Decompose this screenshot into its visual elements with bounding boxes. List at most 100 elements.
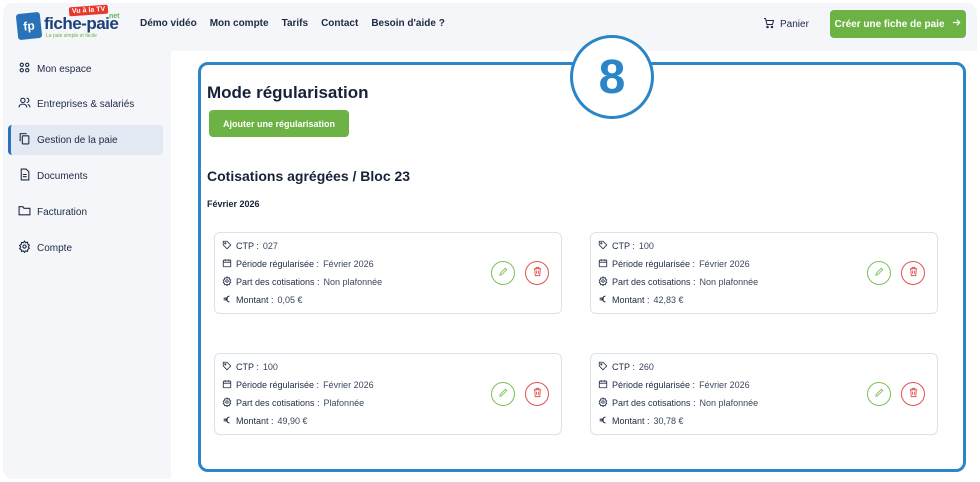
sidebar-item-gestion-paie[interactable]: Gestion de la paie — [8, 125, 163, 155]
edit-button[interactable] — [867, 261, 891, 285]
delete-button[interactable] — [901, 261, 925, 285]
delete-button[interactable] — [901, 382, 925, 406]
ctp-value: 260 — [638, 362, 654, 372]
edit-button[interactable] — [491, 261, 515, 285]
step-badge: 8 — [570, 35, 654, 119]
montant-value: 49,90 € — [277, 416, 308, 426]
sidebar-item-entreprises[interactable]: Entreprises & salariés — [8, 89, 163, 119]
app-frame: fp fiche-paie Vu à la TV .net La paie si… — [3, 3, 977, 479]
periode-label: Période régularisée : — [236, 259, 320, 269]
ctp-row: CTP : 027 — [222, 240, 278, 252]
montant-value: 30,78 € — [653, 416, 684, 426]
edit-button[interactable] — [867, 382, 891, 406]
euro-icon — [598, 415, 608, 427]
delete-button[interactable] — [525, 261, 549, 285]
ctp-value: 100 — [638, 241, 654, 251]
grid-icon — [18, 61, 31, 77]
part-row: Part des cotisations : Non plafonnée — [598, 276, 758, 288]
montant-value: 0,05 € — [277, 295, 303, 305]
nav-mon-compte[interactable]: Mon compte — [210, 18, 269, 29]
euro-icon — [222, 294, 232, 306]
trash-icon — [532, 264, 543, 282]
ctp-label: CTP : — [236, 362, 259, 372]
periode-value: Février 2026 — [699, 380, 750, 390]
part-label: Part des cotisations : — [236, 277, 320, 287]
logo-tagline: La paie simple et facile — [46, 33, 97, 39]
top-header: fp fiche-paie Vu à la TV .net La paie si… — [3, 3, 977, 47]
calendar-icon — [598, 258, 608, 270]
gear-icon — [18, 240, 31, 256]
cart-label: Panier — [780, 19, 809, 30]
month-label: Février 2026 — [207, 199, 260, 209]
section-title: Cotisations agrégées / Bloc 23 — [207, 168, 411, 184]
trash-icon — [908, 385, 919, 403]
ctp-row: CTP : 100 — [222, 361, 278, 373]
ctp-row: CTP : 100 — [598, 240, 654, 252]
add-regularisation-button[interactable]: Ajouter une régularisation — [209, 110, 349, 137]
part-label: Part des cotisations : — [612, 277, 696, 287]
ctp-row: CTP : 260 — [598, 361, 654, 373]
main-content: 8 Mode régularisation Ajouter une régula… — [171, 35, 977, 479]
nav-tarifs[interactable]: Tarifs — [282, 18, 309, 29]
periode-row: Période régularisée : Février 2026 — [598, 258, 750, 270]
montant-label: Montant : — [612, 295, 650, 305]
nav-contact[interactable]: Contact — [321, 18, 358, 29]
edit-button[interactable] — [491, 382, 515, 406]
ctp-value: 100 — [262, 362, 278, 372]
nav-besoin-aide[interactable]: Besoin d'aide ? — [371, 18, 445, 29]
create-payslip-button[interactable]: Créer une fiche de paie — [830, 10, 966, 38]
montant-value: 42,83 € — [653, 295, 684, 305]
periode-row: Période régularisée : Février 2026 — [598, 379, 750, 391]
montant-row: Montant : 0,05 € — [222, 294, 303, 306]
folder-icon — [18, 204, 31, 220]
sidebar-item-label: Gestion de la paie — [37, 134, 118, 146]
sidebar-item-facturation[interactable]: Facturation — [8, 197, 163, 227]
calendar-icon — [598, 379, 608, 391]
part-row: Part des cotisations : Plafonnée — [222, 397, 364, 409]
euro-icon — [598, 294, 608, 306]
sidebar-item-label: Documents — [37, 170, 88, 182]
part-row: Part des cotisations : Non plafonnée — [222, 276, 382, 288]
settings-icon — [598, 276, 608, 288]
cart-link[interactable]: Panier — [763, 17, 809, 32]
periode-label: Période régularisée : — [612, 380, 696, 390]
site-logo[interactable]: fp fiche-paie Vu à la TV .net La paie si… — [15, 4, 127, 43]
montant-label: Montant : — [236, 295, 274, 305]
ctp-label: CTP : — [612, 362, 635, 372]
part-value: Non plafonnée — [699, 277, 759, 287]
montant-row: Montant : 30,78 € — [598, 415, 684, 427]
montant-row: Montant : 49,90 € — [222, 415, 308, 427]
copy-icon — [18, 132, 31, 148]
regularisation-card: CTP : 100 Période régularisée : Février … — [214, 353, 562, 435]
ctp-label: CTP : — [612, 241, 635, 251]
delete-button[interactable] — [525, 382, 549, 406]
part-value: Non plafonnée — [699, 398, 759, 408]
part-label: Part des cotisations : — [612, 398, 696, 408]
calendar-icon — [222, 379, 232, 391]
pencil-icon — [498, 385, 509, 403]
periode-value: Février 2026 — [699, 259, 750, 269]
settings-icon — [598, 397, 608, 409]
sidebar-item-compte[interactable]: Compte — [8, 233, 163, 263]
sidebar: Mon espace Entreprises & salariés Gestio… — [3, 51, 171, 479]
sidebar-item-documents[interactable]: Documents — [8, 161, 163, 191]
ctp-label: CTP : — [236, 241, 259, 251]
sidebar-item-label: Facturation — [37, 206, 88, 218]
nav-demo-video[interactable]: Démo vidéo — [140, 18, 197, 29]
periode-row: Période régularisée : Février 2026 — [222, 379, 374, 391]
tag-icon — [598, 240, 608, 252]
users-icon — [18, 96, 31, 112]
regularisation-panel: 8 Mode régularisation Ajouter une régula… — [198, 35, 966, 472]
periode-value: Février 2026 — [323, 259, 374, 269]
montant-label: Montant : — [236, 416, 274, 426]
part-value: Non plafonnée — [323, 277, 383, 287]
pencil-icon — [498, 264, 509, 282]
cart-icon — [763, 17, 775, 32]
regularisation-card: CTP : 027 Période régularisée : Février … — [214, 232, 562, 314]
sidebar-item-mon-espace[interactable]: Mon espace — [8, 54, 163, 84]
page-title: Mode régularisation — [207, 83, 369, 102]
sidebar-item-label: Entreprises & salariés — [37, 98, 135, 110]
sidebar-item-label: Mon espace — [37, 63, 92, 75]
logo-mark: fp — [15, 11, 43, 41]
ctp-value: 027 — [262, 241, 278, 251]
